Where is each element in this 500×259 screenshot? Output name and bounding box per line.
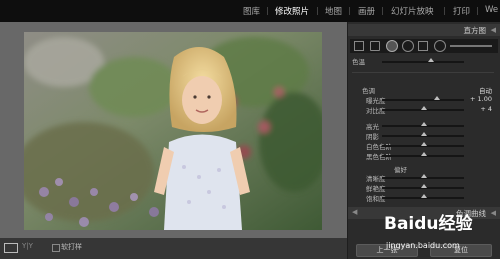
photo-image	[24, 32, 322, 230]
clarity-slider-knob[interactable]	[421, 174, 427, 178]
before-after-button[interactable]: Y|Y	[22, 242, 33, 250]
separator: |	[348, 6, 351, 15]
temp-slider-knob[interactable]	[428, 58, 434, 62]
histogram-title: 直方图	[463, 26, 487, 35]
radial-filter-icon[interactable]	[434, 40, 446, 52]
watermark: Baidu经验 jingyan.baidu.com	[380, 205, 498, 257]
separator: |	[266, 6, 269, 15]
exposure-slider-knob[interactable]	[434, 96, 440, 100]
bottom-toolbar: Y|Y 软打样	[0, 238, 347, 259]
soft-proof-label: 软打样	[61, 243, 82, 251]
shadows-label: 阴影	[366, 133, 379, 141]
temp-slider-track[interactable]	[382, 61, 464, 63]
vibrance-slider-knob[interactable]	[421, 184, 427, 188]
brush-slider[interactable]	[450, 45, 492, 47]
graduated-filter-icon[interactable]	[418, 41, 428, 51]
spot-removal-icon[interactable]	[386, 40, 398, 52]
module-web[interactable]: We	[485, 5, 498, 15]
histogram-header[interactable]: 直方图 ◀	[348, 24, 500, 36]
divider	[352, 72, 494, 73]
grid-overlay-icon[interactable]	[354, 41, 364, 51]
separator: |	[316, 6, 319, 15]
contrast-slider-knob[interactable]	[421, 106, 427, 110]
whites-slider-knob[interactable]	[421, 142, 427, 146]
loupe-view-icon[interactable]	[4, 243, 18, 253]
temp-label: 色温	[352, 58, 365, 66]
separator: |	[476, 6, 479, 15]
collapse-triangle-icon: ◀	[490, 26, 496, 34]
module-develop[interactable]: 修改照片	[275, 5, 309, 17]
red-eye-icon[interactable]	[402, 40, 414, 52]
blacks-slider-knob[interactable]	[421, 152, 427, 156]
tone-auto-button[interactable]: 自动	[479, 85, 492, 95]
watermark-url: jingyan.baidu.com	[386, 241, 460, 250]
soft-proof-checkbox[interactable]	[52, 244, 60, 252]
module-bar: 图库 | 修改照片 | 地图 | 画册 | 幻灯片放映 | 打印 | We	[0, 0, 500, 22]
photo-canvas[interactable]	[0, 22, 347, 238]
separator: |	[381, 6, 384, 15]
separator: |	[443, 6, 446, 15]
module-library[interactable]: 图库	[243, 5, 260, 17]
exposure-slider-track[interactable]	[382, 99, 464, 101]
shadows-slider-knob[interactable]	[421, 132, 427, 136]
exposure-value[interactable]: + 1.00	[470, 95, 492, 103]
presence-section-label: 偏好	[394, 166, 407, 174]
collapse-triangle-icon: ◀	[352, 208, 358, 216]
highlights-slider-knob[interactable]	[421, 122, 427, 126]
contrast-value[interactable]: + 4	[480, 105, 492, 113]
module-print[interactable]: 打印	[453, 5, 470, 17]
saturation-slider-knob[interactable]	[421, 194, 427, 198]
module-map[interactable]: 地图	[325, 5, 342, 17]
tone-section-label: 色调	[362, 87, 375, 95]
module-slideshow[interactable]: 幻灯片放映	[391, 5, 434, 17]
photo-preview	[24, 32, 322, 230]
highlights-label: 高光	[366, 123, 379, 131]
crop-icon[interactable]	[370, 41, 380, 51]
watermark-brand: Baidu经验	[384, 214, 473, 234]
module-book[interactable]: 画册	[358, 5, 375, 17]
tool-strip	[350, 39, 498, 53]
